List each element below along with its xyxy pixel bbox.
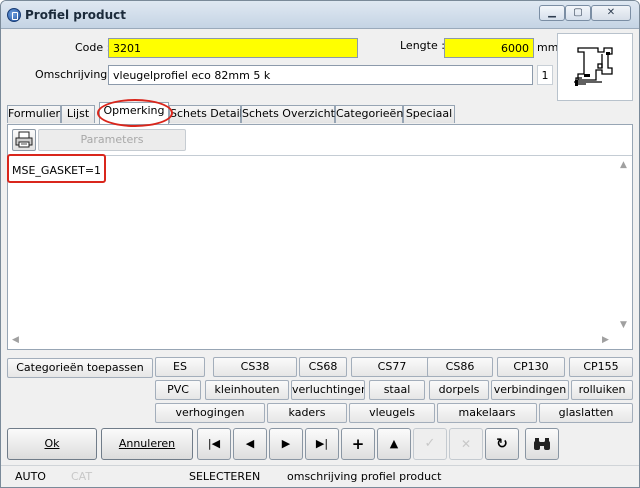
opmerking-memo[interactable]: MSE_GASKET=1 ▲ ▼ ◀ ▶	[8, 155, 632, 349]
refresh-icon: ↻	[496, 436, 508, 452]
ok-button[interactable]: Ok	[7, 428, 97, 460]
title-bar[interactable]: Profiel product ▁ ▢ ✕	[1, 1, 639, 29]
previous-record-button[interactable]: ◀	[233, 428, 267, 460]
tab-opmerking[interactable]: Opmerking	[99, 102, 169, 124]
category-button[interactable]: rolluiken	[571, 380, 633, 400]
tab-schets-overzicht[interactable]: Schets Overzicht	[241, 105, 335, 123]
category-button[interactable]: staal	[369, 380, 425, 400]
category-button[interactable]: verluchtingen	[291, 380, 365, 400]
apply-categories-button[interactable]: Categorieën toepassen	[7, 358, 153, 378]
scroll-up-icon[interactable]: ▲	[620, 160, 627, 170]
omschrijving-field[interactable]: vleugelprofiel eco 82mm 5 k	[108, 65, 533, 85]
status-bar: AUTO CAT SELECTEREN omschrijving profiel…	[1, 465, 639, 487]
first-icon: |◀	[207, 437, 221, 450]
confirm-button: ✓	[413, 428, 447, 460]
lengte-label: Lengte :	[400, 39, 445, 52]
tab-formulier[interactable]: Formulier	[7, 105, 61, 123]
category-button[interactable]: vleugels	[349, 403, 435, 423]
category-button[interactable]: CP155	[569, 357, 633, 377]
category-button[interactable]: CS77	[351, 357, 433, 377]
edit-record-button[interactable]: ▲	[377, 428, 411, 460]
category-button[interactable]: CS38	[213, 357, 297, 377]
up-triangle-icon: ▲	[389, 437, 399, 450]
refresh-button[interactable]: ↻	[485, 428, 519, 460]
previous-icon: ◀	[245, 437, 255, 450]
omschrijving-count: 1	[537, 65, 553, 85]
minimize-icon: ▁	[548, 7, 556, 18]
tab-schets-detail[interactable]: Schets Detail	[169, 105, 243, 123]
category-button[interactable]: verhogingen	[155, 403, 265, 423]
maximize-icon: ▢	[573, 7, 583, 18]
parameters-button: Parameters	[38, 129, 186, 151]
cancel-edit-button: ✕	[449, 428, 483, 460]
category-button[interactable]: makelaars	[437, 403, 537, 423]
next-record-button[interactable]: ▶	[269, 428, 303, 460]
add-record-button[interactable]: +	[341, 428, 375, 460]
printer-icon	[15, 131, 33, 148]
binoculars-icon	[534, 438, 550, 450]
category-button[interactable]: ES	[155, 357, 205, 377]
lengte-field[interactable]: 6000	[444, 38, 534, 58]
maximize-button[interactable]: ▢	[565, 5, 591, 21]
ok-label: Ok	[44, 437, 60, 450]
last-record-button[interactable]: ▶|	[305, 428, 339, 460]
scroll-down-icon[interactable]: ▼	[620, 320, 627, 330]
status-mode: AUTO	[15, 470, 46, 483]
category-button[interactable]: dorpels	[429, 380, 489, 400]
scroll-left-icon[interactable]: ◀	[12, 335, 19, 345]
close-icon: ✕	[606, 7, 616, 18]
check-icon: ✓	[424, 436, 436, 451]
status-cat: CAT	[71, 470, 93, 483]
scroll-right-icon[interactable]: ▶	[602, 335, 609, 345]
lengte-unit: mm	[537, 41, 559, 54]
code-field[interactable]: 3201	[108, 38, 358, 58]
opmerking-panel: Parameters MSE_GASKET=1 ▲ ▼ ◀ ▶	[7, 124, 633, 350]
print-button[interactable]	[12, 129, 36, 151]
annuleren-button[interactable]: Annuleren	[101, 428, 193, 460]
category-button[interactable]: kaders	[267, 403, 347, 423]
tab-lijst[interactable]: Lijst	[61, 105, 95, 123]
app-icon	[7, 8, 21, 22]
status-action: SELECTEREN	[189, 470, 261, 483]
x-icon: ✕	[460, 437, 472, 451]
plus-icon: +	[351, 435, 365, 453]
window-title: Profiel product	[25, 8, 127, 22]
category-button[interactable]: glaslatten	[539, 403, 633, 423]
category-button[interactable]: CS68	[299, 357, 347, 377]
tab-speciaal[interactable]: Speciaal	[403, 105, 455, 123]
annuleren-label: Annuleren	[118, 437, 176, 450]
status-hint: omschrijving profiel product	[287, 470, 442, 483]
profile-drawing-icon	[574, 47, 613, 86]
memo-text: MSE_GASKET=1	[12, 164, 102, 177]
category-button[interactable]: kleinhouten	[205, 380, 289, 400]
omschrijving-label: Omschrijving :	[35, 68, 115, 81]
tab-categorieen[interactable]: Categorieën	[335, 105, 403, 123]
last-icon: ▶|	[315, 437, 329, 450]
first-record-button[interactable]: |◀	[197, 428, 231, 460]
category-button[interactable]: CS86	[427, 357, 493, 377]
category-button[interactable]: PVC	[155, 380, 201, 400]
minimize-button[interactable]: ▁	[539, 5, 565, 21]
search-button[interactable]	[525, 428, 559, 460]
profile-preview	[557, 33, 633, 101]
vertical-scrollbar[interactable]: ▲ ▼	[616, 156, 632, 334]
profiel-product-window: Profiel product ▁ ▢ ✕ Code : 3201 Lengte…	[0, 0, 640, 488]
horizontal-scrollbar[interactable]: ◀ ▶	[8, 333, 616, 349]
code-label: Code :	[75, 41, 111, 54]
category-button[interactable]: verbindingen	[491, 380, 569, 400]
close-button[interactable]: ✕	[591, 5, 631, 21]
category-button[interactable]: CP130	[497, 357, 565, 377]
next-icon: ▶	[281, 437, 291, 450]
